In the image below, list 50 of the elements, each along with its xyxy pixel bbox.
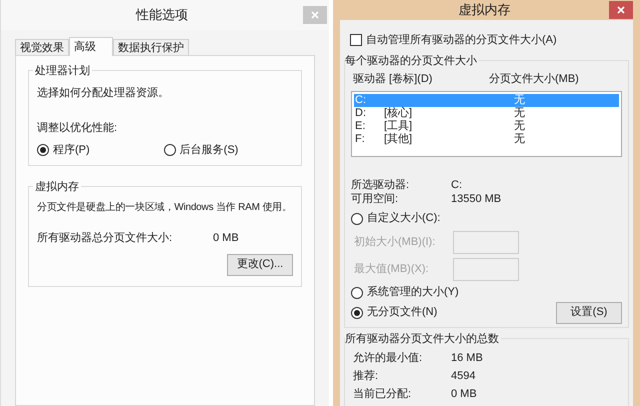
drive-row[interactable]: F: [其他] 无 (354, 132, 619, 146)
info-label: 所选驱动器: (351, 178, 410, 190)
field-label: 初始大小(MB)(I): (354, 234, 436, 250)
radio-option[interactable]: 系统管理的大小(Y) (351, 284, 459, 300)
description: 分页文件是硬盘上的一块区域，Windows 当作 RAM 使用。 (37, 200, 292, 215)
total-value: 0 MB (451, 386, 477, 402)
drive-letter: C: (354, 92, 367, 108)
field-label: 最大值(MB)(X): (354, 262, 430, 277)
radio-option[interactable]: 程序(P) (37, 142, 90, 158)
checkbox-option[interactable]: 自动管理所有驱动器的分页文件大小(A) (350, 32, 623, 48)
page-file-size: 无 (514, 118, 525, 134)
tab[interactable]: 高级 (69, 37, 113, 56)
field-label: 所有驱动器总分页文件大小: (37, 230, 174, 246)
description: 选择如何分配处理器资源。 (37, 86, 170, 101)
field-label: 调整以优化性能: (37, 120, 118, 136)
drive-label: [其他] (384, 132, 414, 147)
window-title: 虚拟内存 (458, 1, 512, 19)
total-label: 推荐: (353, 368, 380, 384)
drive-letter: E: (354, 118, 366, 134)
page-file-size: 无 (514, 106, 525, 120)
total-label: 允许的最小值: (353, 350, 424, 366)
drive-row[interactable]: D: [核心] 无 (354, 106, 619, 120)
drive-letter: D: (354, 106, 367, 121)
group-title: 所有驱动器分页文件大小的总数 (345, 330, 501, 347)
column-header: 驱动器 [卷标](D) (353, 72, 434, 87)
total-label: 当前已分配: (353, 386, 412, 402)
tab[interactable]: 数据执行保护 (113, 39, 189, 55)
close-icon (617, 6, 625, 14)
window-title: 性能选项 (134, 6, 189, 24)
column-header: 分页文件大小(MB) (489, 72, 579, 87)
radio-option[interactable]: 无分页文件(N) (351, 304, 438, 320)
drive-letter: F: (354, 132, 366, 147)
page-file-size: 无 (514, 132, 525, 147)
close-button[interactable] (609, 0, 633, 19)
drive-label: [核心] (384, 106, 414, 120)
radio-option[interactable]: 自定义大小(C): (351, 210, 440, 226)
tab[interactable]: 视觉效果 (15, 39, 69, 55)
info-value: C: (451, 178, 462, 190)
change-button[interactable]: 更改(C)... (227, 254, 293, 276)
field-value: 0 MB (213, 231, 239, 246)
total-value: 4594 (451, 368, 476, 384)
info-value: 13550 MB (451, 192, 502, 204)
total-value: 16 MB (451, 350, 483, 366)
page-file-size: 无 (514, 92, 525, 108)
close-icon (311, 11, 319, 19)
set-button[interactable]: 设置(S) (556, 302, 622, 324)
drive-row[interactable]: E: [工具] 无 (354, 120, 619, 132)
radio-option[interactable]: 后台服务(S) (164, 142, 238, 158)
info-label: 可用空间: (351, 192, 400, 204)
drive-label: [工具] (384, 118, 414, 133)
